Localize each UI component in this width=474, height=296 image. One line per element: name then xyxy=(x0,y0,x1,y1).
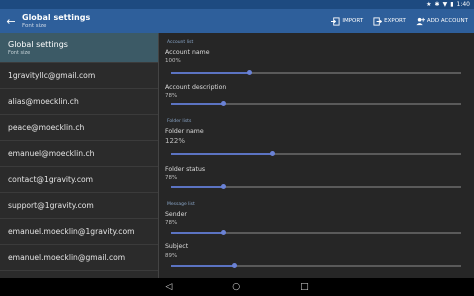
import-icon xyxy=(331,16,340,26)
slider-thumb[interactable] xyxy=(246,70,252,75)
list-item[interactable]: support@1gravity.com xyxy=(0,193,158,219)
star-icon: ★ xyxy=(426,1,432,8)
back-triangle-icon[interactable]: ◁ xyxy=(165,282,172,292)
sender-value: 78% xyxy=(165,220,178,226)
list-item-global-settings[interactable]: Global settings Font size xyxy=(0,33,158,63)
app-title: Global settings xyxy=(22,12,91,22)
recents-square-icon[interactable]: □ xyxy=(300,282,309,292)
section-header-folder-lists: Folder lists xyxy=(167,119,192,124)
export-icon xyxy=(373,16,383,26)
list-item[interactable]: peace@moecklin.ch xyxy=(0,115,158,141)
account-name-label: Account name xyxy=(165,49,210,56)
list-item-subtitle: Font size xyxy=(8,49,31,56)
section-header-message-list: Message list xyxy=(167,202,195,207)
section-header-account-list: Account list xyxy=(167,40,194,45)
slider-thumb[interactable] xyxy=(270,151,275,156)
folder-status-slider[interactable] xyxy=(171,184,461,189)
sender-slider[interactable] xyxy=(171,230,461,235)
account-description-slider[interactable] xyxy=(171,101,461,106)
font-size-panel: Account list Account name 100% Account d… xyxy=(159,33,474,278)
slider-fill xyxy=(171,103,224,105)
import-label: IMPORT xyxy=(342,18,364,24)
battery-icon: ▮ xyxy=(450,1,454,8)
slider-thumb[interactable] xyxy=(220,184,226,189)
export-label: EXPORT xyxy=(384,18,406,24)
toolbar-actions: IMPORT EXPORT ADD ACCOUNT xyxy=(331,9,468,33)
list-item-title: Global settings xyxy=(8,39,68,49)
subject-slider[interactable] xyxy=(171,263,461,268)
subject-label: Subject xyxy=(165,243,189,250)
import-button[interactable]: IMPORT xyxy=(331,16,364,26)
list-item[interactable]: 1gravityllc@gmail.com xyxy=(0,63,158,89)
list-item[interactable]: emanuel@moecklin.ch xyxy=(0,141,158,167)
slider-thumb[interactable] xyxy=(220,101,226,106)
export-button[interactable]: EXPORT xyxy=(373,16,406,26)
add-account-icon xyxy=(416,17,425,25)
list-item[interactable]: emanuel.moecklin@1gravity.com xyxy=(0,219,158,245)
list-item[interactable]: emanuel.moecklin@gmail.com xyxy=(0,245,158,271)
clock: 1:40 xyxy=(456,1,470,8)
status-bar: ★ ✱ ▼ ▮ 1:40 xyxy=(0,0,474,9)
bluetooth-icon: ✱ xyxy=(434,1,440,8)
back-arrow-icon[interactable]: ← xyxy=(0,9,22,33)
home-circle-icon[interactable]: ○ xyxy=(232,282,240,292)
folder-name-label: Folder name xyxy=(165,128,204,135)
slider-thumb[interactable] xyxy=(232,263,238,268)
slider-fill xyxy=(171,232,224,234)
sender-label: Sender xyxy=(165,211,187,218)
add-account-label: ADD ACCOUNT xyxy=(426,18,468,24)
status-icons: ★ ✱ ▼ ▮ 1:40 xyxy=(426,0,470,9)
subject-value: 89% xyxy=(165,253,178,259)
slider-fill xyxy=(171,186,224,188)
app-titles: Global settings Font size xyxy=(22,13,90,30)
slider-thumb[interactable] xyxy=(220,230,226,235)
app-bar: ← Global settings Font size IMPORT EXPOR… xyxy=(0,9,474,33)
slider-fill xyxy=(171,265,235,267)
add-account-button[interactable]: ADD ACCOUNT xyxy=(416,17,468,26)
folder-name-value: 122% xyxy=(165,137,186,145)
screen: ★ ✱ ▼ ▮ 1:40 ← Global settings Font size… xyxy=(0,0,474,296)
account-list: Global settings Font size 1gravityllc@gm… xyxy=(0,33,158,278)
account-name-value: 100% xyxy=(165,58,181,64)
account-name-slider[interactable] xyxy=(171,70,461,75)
app-subtitle: Font size xyxy=(22,22,47,29)
list-item[interactable]: alias@moecklin.ch xyxy=(0,89,158,115)
account-description-label: Account description xyxy=(165,84,227,91)
list-item[interactable]: contact@1gravity.com xyxy=(0,167,158,193)
account-description-value: 78% xyxy=(165,93,178,99)
folder-status-value: 78% xyxy=(165,175,178,181)
navigation-bar: ◁ ○ □ xyxy=(0,278,474,296)
wifi-icon: ▼ xyxy=(442,1,448,8)
slider-fill xyxy=(171,153,273,155)
slider-fill xyxy=(171,72,250,74)
folder-name-slider[interactable] xyxy=(171,151,461,156)
folder-status-label: Folder status xyxy=(165,166,206,173)
